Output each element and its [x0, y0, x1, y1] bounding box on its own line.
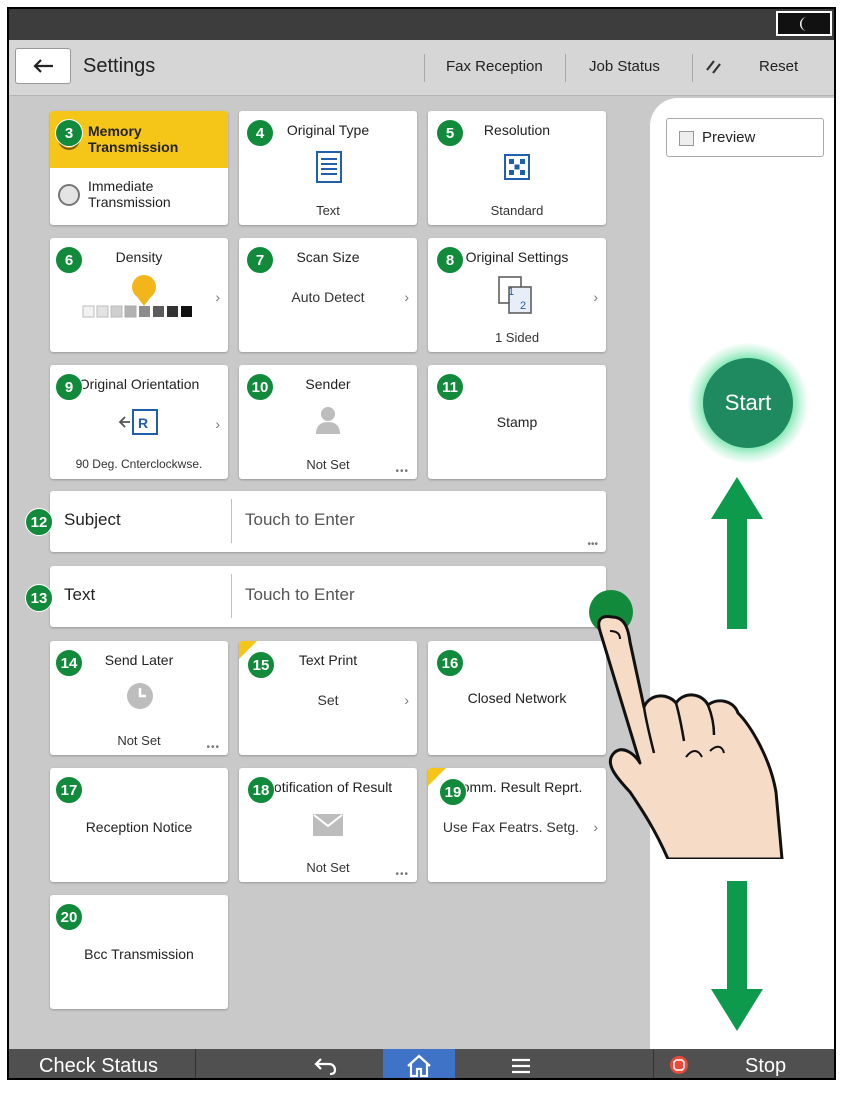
- callout-badge: 9: [55, 373, 83, 401]
- envelope-icon: [313, 814, 343, 836]
- top-status-strip: [9, 9, 834, 40]
- more-dots-icon: •••: [587, 539, 598, 550]
- callout-badge: 12: [25, 508, 53, 536]
- header-divider: [835, 54, 836, 82]
- callout-badge: 3: [55, 119, 83, 147]
- callout-badge: 20: [55, 903, 83, 931]
- start-button[interactable]: Start: [703, 358, 793, 448]
- callout-badge: 17: [55, 776, 83, 804]
- chevron-right-icon: ›: [404, 692, 409, 708]
- reset-button[interactable]: Reset: [759, 58, 798, 75]
- field-divider: [231, 499, 232, 543]
- preview-label: Preview: [702, 129, 756, 146]
- callout-badge: 16: [436, 649, 464, 677]
- callout-badge: 7: [246, 246, 274, 274]
- svg-text:R: R: [138, 415, 148, 431]
- moon-icon: [800, 16, 807, 31]
- bottom-divider: [195, 1049, 196, 1078]
- more-dots-icon: •••: [206, 742, 220, 753]
- svg-text:2: 2: [520, 300, 526, 312]
- reset-icon[interactable]: [703, 56, 725, 78]
- bottom-divider: [653, 1049, 654, 1078]
- text-document-icon: [316, 151, 342, 183]
- density-slider-icon: [82, 275, 192, 318]
- return-icon[interactable]: [314, 1056, 338, 1076]
- preview-toggle[interactable]: Preview: [666, 118, 824, 157]
- scroll-down-arrow-icon: [711, 881, 763, 1031]
- original-type-value: Text: [316, 203, 340, 218]
- callout-badge: 18: [247, 776, 275, 804]
- callout-badge: 14: [55, 649, 83, 677]
- text-label: Text: [64, 585, 96, 604]
- home-button[interactable]: [383, 1049, 455, 1078]
- callout-badge: 10: [246, 373, 274, 401]
- rotate-orientation-icon: R: [118, 409, 158, 435]
- touch-hand-icon: [589, 590, 784, 859]
- user-icon: [316, 407, 340, 434]
- send-later-value: Not Set: [117, 733, 161, 748]
- check-status-button[interactable]: Check Status: [39, 1055, 158, 1078]
- more-dots-icon: •••: [395, 466, 409, 477]
- chevron-right-icon: ›: [593, 289, 598, 305]
- home-icon: [407, 1054, 431, 1077]
- fax-reception-button[interactable]: Fax Reception: [446, 58, 543, 75]
- stop-icon: [670, 1056, 688, 1074]
- callout-badge: 6: [55, 246, 83, 274]
- job-status-button[interactable]: Job Status: [589, 58, 660, 75]
- callout-badge: 13: [25, 584, 53, 612]
- subject-field[interactable]: Subject Touch to Enter •••: [50, 491, 606, 552]
- header-divider: [692, 54, 693, 82]
- screen-frame: Settings Fax Reception Job Status Reset …: [7, 7, 836, 1080]
- svg-text:1: 1: [508, 286, 514, 298]
- header-bar: Settings Fax Reception Job Status Reset: [9, 40, 834, 96]
- callout-badge: 19: [439, 778, 467, 806]
- radio-unselected-icon: [58, 184, 80, 206]
- energy-saver-button[interactable]: [776, 11, 832, 36]
- preview-checkbox[interactable]: [679, 131, 694, 146]
- callout-badge: 8: [436, 246, 464, 274]
- bcc-transmission-label: Bcc Transmission: [84, 946, 194, 962]
- subject-label: Subject: [64, 510, 121, 529]
- original-settings-value: 1 Sided: [494, 330, 540, 345]
- resolution-icon: [504, 154, 530, 180]
- resolution-value: Standard: [490, 203, 544, 218]
- reception-notice-label: Reception Notice: [85, 819, 193, 835]
- subject-input[interactable]: Touch to Enter: [245, 510, 355, 530]
- sender-value: Not Set: [306, 457, 350, 472]
- field-divider: [231, 574, 232, 618]
- arrow-left-icon: [33, 59, 53, 73]
- chevron-right-icon: ›: [215, 416, 220, 432]
- menu-icon[interactable]: [511, 1058, 531, 1074]
- text-field[interactable]: Text Touch to Enter: [50, 566, 606, 627]
- header-divider: [565, 54, 566, 82]
- immediate-transmission-option[interactable]: Immediate Transmission: [50, 168, 228, 225]
- chevron-right-icon: ›: [215, 289, 220, 305]
- text-print-value: Set: [317, 692, 339, 708]
- callout-badge: 15: [247, 651, 275, 679]
- callout-badge: 5: [436, 119, 464, 147]
- notification-of-result-value: Not Set: [306, 860, 350, 875]
- comm-result-report-value: Use Fax Featrs. Setg.: [442, 819, 580, 835]
- more-dots-icon: •••: [395, 869, 409, 880]
- stop-button[interactable]: Stop: [745, 1055, 786, 1078]
- scan-size-value: Auto Detect: [291, 289, 365, 305]
- text-input[interactable]: Touch to Enter: [245, 585, 355, 605]
- clock-icon: [127, 683, 153, 709]
- callout-badge: 4: [246, 119, 274, 147]
- back-button[interactable]: [15, 48, 71, 84]
- original-orientation-value: 90 Deg. Cnterclockwse.: [75, 457, 203, 471]
- page-title: Settings: [83, 55, 156, 77]
- immediate-transmission-label: Immediate Transmission: [88, 178, 171, 210]
- callout-badge: 11: [436, 373, 464, 401]
- chevron-right-icon: ›: [404, 289, 409, 305]
- stamp-label: Stamp: [496, 414, 538, 430]
- bottom-system-bar: Check Status Stop: [9, 1049, 834, 1078]
- memory-transmission-label: Memory Transmission: [88, 123, 179, 155]
- closed-network-label: Closed Network: [467, 690, 567, 706]
- one-sided-icon: 1 2: [498, 276, 532, 314]
- header-divider: [424, 54, 425, 82]
